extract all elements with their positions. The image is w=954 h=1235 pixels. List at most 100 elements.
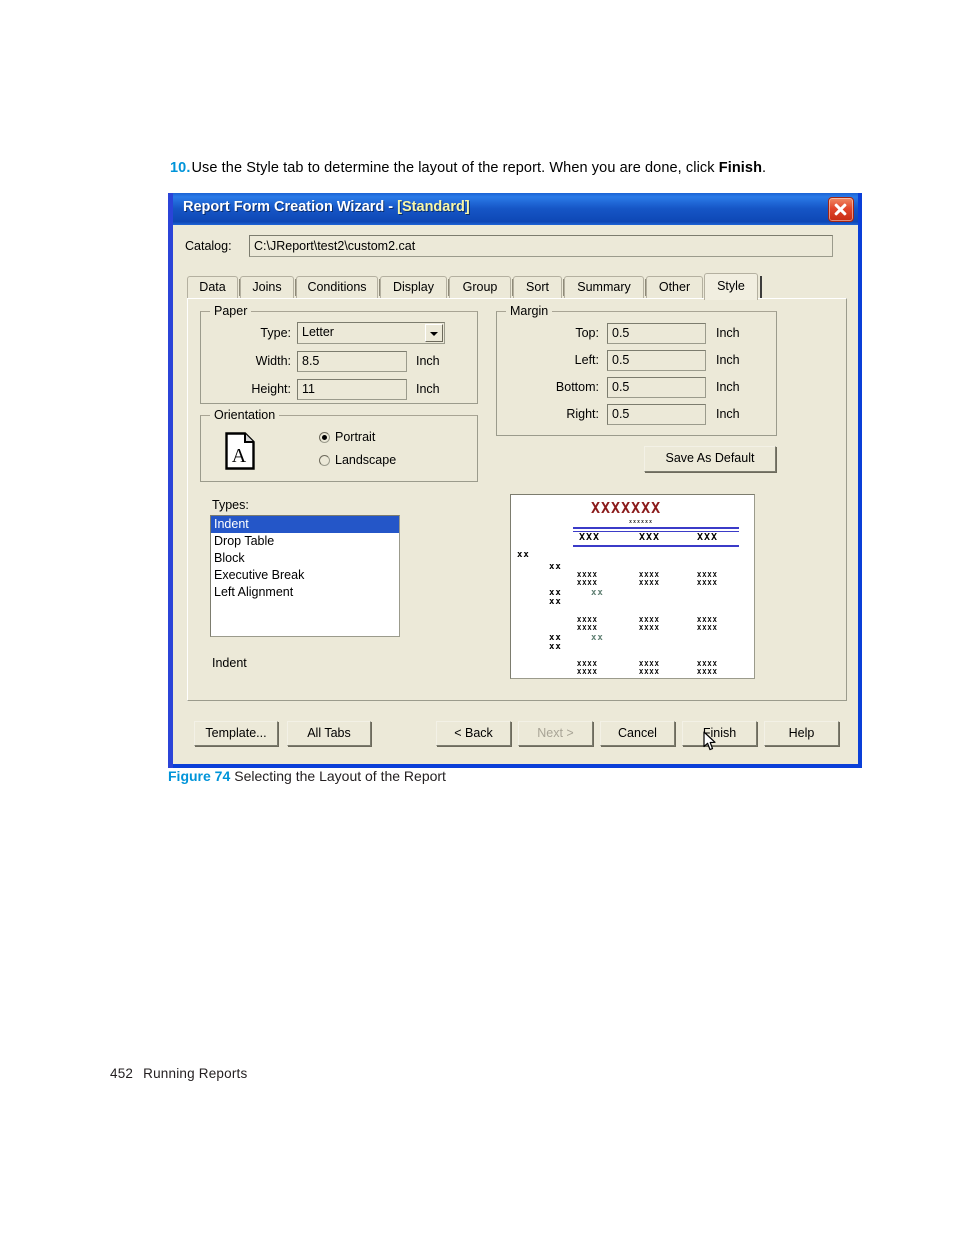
finish-button[interactable]: Finish xyxy=(682,721,757,746)
margin-group-title: Margin xyxy=(506,304,553,318)
margin-groupbox: Margin Top: 0.5 Inch Left: 0.5 Inch Bott… xyxy=(496,304,777,436)
margin-right-unit: Inch xyxy=(716,407,740,421)
preview-detail-line: XXXX xyxy=(697,660,718,668)
paper-type-value: Letter xyxy=(302,325,334,339)
preview-group-mark: xx xyxy=(549,597,562,607)
chevron-down-icon[interactable] xyxy=(425,324,443,342)
preview-detail-line: XXXX xyxy=(639,660,660,668)
margin-left-label: Left: xyxy=(574,353,599,367)
preview-detail-line: XXXX xyxy=(639,624,660,632)
tab-group[interactable]: Group xyxy=(449,276,511,299)
tab-bar: Data Joins Conditions Display Group Sort… xyxy=(187,273,847,300)
preview-detail-line: XXXX xyxy=(639,616,660,624)
catalog-input[interactable]: C:\JReport\test2\custom2.cat xyxy=(249,235,833,257)
preview-group-mark: xx xyxy=(549,562,562,572)
preview-detail-line: XXXX xyxy=(697,624,718,632)
radio-dot-icon xyxy=(319,432,330,443)
back-button[interactable]: < Back xyxy=(436,721,511,746)
footer-page-number: 452 xyxy=(110,1066,134,1081)
tab-sort[interactable]: Sort xyxy=(513,276,562,299)
tab-data[interactable]: Data xyxy=(187,276,238,299)
preview-detail-line: XXXX xyxy=(697,579,718,587)
dialog-title-dash: - xyxy=(384,199,398,215)
tab-other[interactable]: Other xyxy=(646,276,703,299)
footer-section: Running Reports xyxy=(143,1066,248,1081)
margin-right-label: Right: xyxy=(566,407,599,421)
preview-rule-top xyxy=(573,527,739,529)
save-as-default-button[interactable]: Save As Default xyxy=(644,446,776,472)
figure-number: Figure 74 xyxy=(168,768,231,784)
preview-detail-block: XXXX XXXX xyxy=(697,660,718,676)
dialog-titlebar: Report Form Creation Wizard - [Standard] xyxy=(173,193,858,225)
svg-text:A: A xyxy=(232,445,247,467)
orientation-groupbox: Orientation A Portrait Landscape xyxy=(200,408,478,482)
preview-detail-line: XXXX xyxy=(639,571,660,579)
tab-style[interactable]: Style xyxy=(704,273,758,300)
preview-title-row: XXXXXXX xyxy=(591,499,662,517)
margin-top-label: Top: xyxy=(575,326,599,340)
orientation-group-title: Orientation xyxy=(210,408,280,422)
orientation-portrait-label: Portrait xyxy=(335,430,376,444)
preview-detail-block: XXXX XXXX xyxy=(577,616,598,632)
preview-detail-line: XXXX xyxy=(577,579,598,587)
preview-detail-block: XXXX XXXX xyxy=(697,571,718,587)
list-item[interactable]: Left Alignment xyxy=(211,584,399,601)
margin-bottom-unit: Inch xyxy=(716,380,740,394)
paper-group-title: Paper xyxy=(210,304,252,318)
close-icon[interactable] xyxy=(828,197,854,222)
paper-type-combobox[interactable]: Letter xyxy=(297,322,445,344)
step-instruction: 10.Use the Style tab to determine the la… xyxy=(170,160,890,176)
tab-summary[interactable]: Summary xyxy=(564,276,644,299)
step-number: 10. xyxy=(170,160,191,176)
paper-width-input[interactable]: 8.5 xyxy=(297,351,407,372)
preview-group-mark: xx xyxy=(549,642,562,652)
preview-detail-block: XXXX XXXX xyxy=(577,571,598,587)
paper-height-input[interactable]: 11 xyxy=(297,379,407,400)
paper-height-unit: Inch xyxy=(416,382,440,396)
preview-detail-line: XXXX xyxy=(639,668,660,676)
list-item[interactable]: Block xyxy=(211,550,399,567)
tab-display[interactable]: Display xyxy=(380,276,447,299)
step-text-before: Use the Style tab to determine the layou… xyxy=(191,160,719,176)
margin-right-input[interactable]: 0.5 xyxy=(607,404,706,425)
list-item[interactable]: Executive Break xyxy=(211,567,399,584)
radio-dot-icon xyxy=(319,455,330,466)
tab-joins[interactable]: Joins xyxy=(240,276,294,299)
preview-accent-mark: xx xyxy=(591,588,604,598)
cancel-button[interactable]: Cancel xyxy=(600,721,675,746)
template-button[interactable]: Template... xyxy=(194,721,278,746)
dialog-title-main: Report Form Creation Wizard xyxy=(183,199,385,215)
margin-bottom-input[interactable]: 0.5 xyxy=(607,377,706,398)
preview-group-mark: xx xyxy=(517,550,530,560)
help-button[interactable]: Help xyxy=(764,721,839,746)
orientation-landscape-label: Landscape xyxy=(335,453,397,467)
figure-image: Report Form Creation Wizard - [Standard]… xyxy=(168,193,862,768)
catalog-row: Catalog: C:\JReport\test2\custom2.cat xyxy=(185,235,835,259)
style-preview: XXXXXXX xxxxxx XXX XXX XXX xx xx XXXX XXX… xyxy=(510,494,755,679)
preview-col-header-2: XXX xyxy=(639,532,661,543)
margin-top-input[interactable]: 0.5 xyxy=(607,323,706,344)
tab-conditions[interactable]: Conditions xyxy=(296,276,378,299)
preview-detail-line: XXXX xyxy=(697,668,718,676)
report-form-creation-wizard-dialog: Report Form Creation Wizard - [Standard]… xyxy=(173,193,862,768)
dialog-title: Report Form Creation Wizard - [Standard] xyxy=(183,199,470,215)
preview-detail-block: XXXX XXXX xyxy=(639,616,660,632)
preview-detail-line: XXXX xyxy=(577,624,598,632)
preview-detail-line: XXXX xyxy=(577,616,598,624)
figure-caption-text: Selecting the Layout of the Report xyxy=(234,768,446,784)
margin-left-input[interactable]: 0.5 xyxy=(607,350,706,371)
preview-col-header-3: XXX xyxy=(697,532,719,543)
tab-end-separator xyxy=(760,276,762,298)
preview-detail-line: XXXX xyxy=(577,571,598,579)
list-item[interactable]: Indent xyxy=(211,516,399,533)
preview-detail-line: XXXX xyxy=(639,579,660,587)
all-tabs-button[interactable]: All Tabs xyxy=(287,721,371,746)
preview-detail-line: XXXX xyxy=(577,660,598,668)
catalog-label: Catalog: xyxy=(185,239,232,253)
list-item[interactable]: Drop Table xyxy=(211,533,399,550)
step-text-after: . xyxy=(762,160,767,176)
preview-detail-line: XXXX xyxy=(577,668,598,676)
paper-width-unit: Inch xyxy=(416,354,440,368)
preview-accent-mark: xx xyxy=(591,633,604,643)
types-listbox[interactable]: Indent Drop Table Block Executive Break … xyxy=(210,515,400,637)
